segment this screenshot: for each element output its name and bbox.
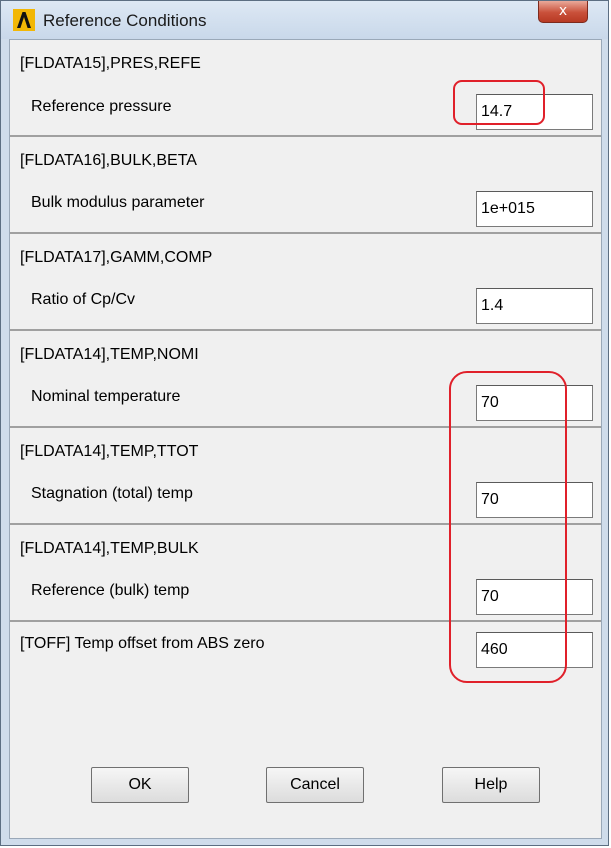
- ok-button[interactable]: OK: [91, 767, 189, 803]
- window-title: Reference Conditions: [43, 11, 207, 30]
- ansys-logo-icon: [13, 9, 35, 31]
- section-reference-pressure: [FLDATA15],PRES,REFE Reference pressure: [10, 40, 601, 137]
- ratio-cp-cv-label: Ratio of Cp/Cv: [31, 291, 136, 308]
- temp-offset-label: [TOFF] Temp offset from ABS zero: [20, 635, 265, 652]
- section-title: [FLDATA15],PRES,REFE: [20, 55, 201, 72]
- section-bulk-temp: [FLDATA14],TEMP,BULK Reference (bulk) te…: [10, 525, 601, 622]
- section-ratio-cp-cv: [FLDATA17],GAMM,COMP Ratio of Cp/Cv: [10, 234, 601, 331]
- bulk-temp-input[interactable]: [476, 579, 593, 615]
- bulk-modulus-label: Bulk modulus parameter: [31, 194, 205, 211]
- nominal-temperature-input[interactable]: [476, 385, 593, 421]
- section-title: [FLDATA14],TEMP,BULK: [20, 540, 199, 557]
- close-button[interactable]: x: [538, 1, 588, 23]
- stagnation-temp-label: Stagnation (total) temp: [31, 485, 193, 502]
- nominal-temperature-label: Nominal temperature: [31, 388, 181, 405]
- reference-pressure-input[interactable]: [476, 94, 593, 130]
- cancel-button[interactable]: Cancel: [266, 767, 364, 803]
- stagnation-temp-input[interactable]: [476, 482, 593, 518]
- reference-conditions-dialog: Reference Conditions x [FLDATA15],PRES,R…: [0, 0, 609, 846]
- bulk-temp-label: Reference (bulk) temp: [31, 582, 190, 599]
- section-bulk-modulus: [FLDATA16],BULK,BETA Bulk modulus parame…: [10, 137, 601, 234]
- bulk-modulus-input[interactable]: [476, 191, 593, 227]
- reference-pressure-label: Reference pressure: [31, 98, 172, 115]
- section-stagnation-temp: [FLDATA14],TEMP,TTOT Stagnation (total) …: [10, 428, 601, 525]
- title-bar[interactable]: Reference Conditions x: [1, 1, 608, 39]
- help-button[interactable]: Help: [442, 767, 540, 803]
- section-nominal-temperature: [FLDATA14],TEMP,NOMI Nominal temperature: [10, 331, 601, 428]
- section-title: [FLDATA14],TEMP,NOMI: [20, 346, 199, 363]
- section-title: [FLDATA17],GAMM,COMP: [20, 249, 213, 266]
- dialog-body: [FLDATA15],PRES,REFE Reference pressure …: [9, 39, 602, 839]
- temp-offset-input[interactable]: [476, 632, 593, 668]
- section-title: [FLDATA14],TEMP,TTOT: [20, 443, 199, 460]
- section-title: [FLDATA16],BULK,BETA: [20, 152, 197, 169]
- ratio-cp-cv-input[interactable]: [476, 288, 593, 324]
